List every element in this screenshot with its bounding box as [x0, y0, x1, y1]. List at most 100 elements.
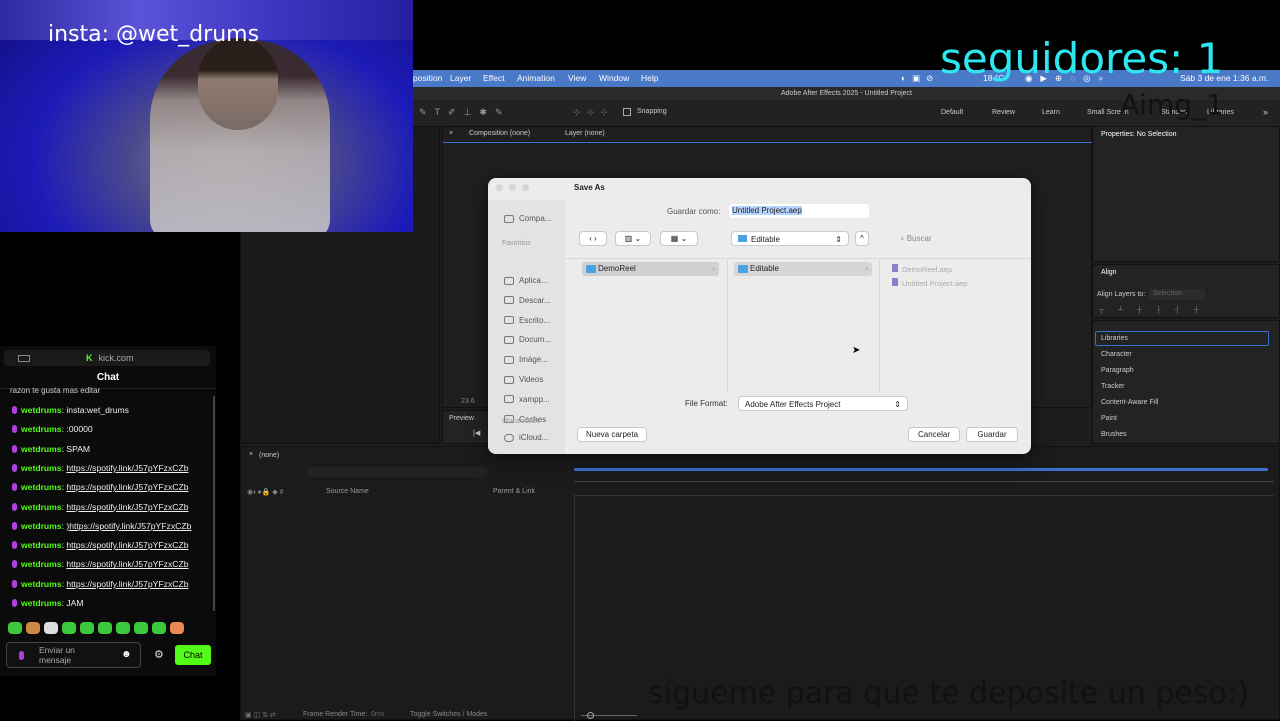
file-row[interactable]: DemoReel.aep: [892, 264, 952, 274]
menu-composition[interactable]: position: [413, 73, 442, 83]
chat-username[interactable]: wetdrums: [21, 502, 62, 512]
status-icons[interactable]: ◐▣⊘: [901, 73, 939, 84]
emoji-icon[interactable]: ☻: [121, 649, 132, 660]
emote-icon[interactable]: [26, 622, 40, 634]
chat-username[interactable]: wetdrums: [21, 521, 62, 531]
new-folder-button[interactable]: Nueva carpeta: [577, 427, 647, 442]
sidebar-item[interactable]: Imáge...: [504, 355, 548, 364]
align-to-select[interactable]: Selection: [1149, 289, 1205, 300]
emote-icon[interactable]: [170, 622, 184, 634]
tab-timeline[interactable]: (none): [259, 452, 279, 459]
chat-username[interactable]: wetdrums: [21, 559, 62, 569]
menu-animation[interactable]: Animation: [517, 73, 555, 83]
chat-username[interactable]: wetdrums: [21, 405, 62, 415]
sidebar-item[interactable]: Descar...: [504, 296, 551, 305]
reader-icon[interactable]: [18, 354, 30, 362]
save-button[interactable]: Guardar: [966, 427, 1018, 442]
zoom-level[interactable]: 23.6: [461, 398, 475, 405]
menu-help[interactable]: Help: [641, 73, 658, 83]
panel-item[interactable]: Content-Aware Fill: [1101, 399, 1158, 406]
chat-username[interactable]: wetdrums: [21, 540, 62, 550]
chat-scrollbar[interactable]: [213, 396, 215, 611]
chat-link[interactable]: https://spotify.link/J57pYFzxCZb: [66, 559, 188, 569]
timeline-search-input[interactable]: [307, 467, 487, 477]
menu-window[interactable]: Window: [599, 73, 629, 83]
tab-composition[interactable]: Composition (none): [469, 130, 530, 137]
emote-bar[interactable]: [8, 622, 184, 634]
sidebar-item[interactable]: xampp...: [504, 395, 550, 404]
emote-icon[interactable]: [152, 622, 166, 634]
chat-link[interactable]: https://spotify.link/J57pYFzxCZb: [66, 579, 188, 589]
chat-link[interactable]: https://spotify.link/J57pYFzxCZb: [66, 463, 188, 473]
cancel-button[interactable]: Cancelar: [908, 427, 960, 442]
chat-link[interactable]: https://spotify.link/J57pYFzxCZb: [66, 482, 188, 492]
panel-item[interactable]: Paint: [1101, 415, 1117, 422]
panel-item[interactable]: Paragraph: [1101, 367, 1134, 374]
view-columns-button[interactable]: ▥ ⌄: [615, 231, 651, 246]
switches-icon[interactable]: ◉◐●🔒 ◆ #: [247, 488, 283, 496]
chat-username[interactable]: wetdrums: [21, 463, 62, 473]
sidebar-item[interactable]: Videos: [504, 375, 543, 384]
emote-icon[interactable]: [116, 622, 130, 634]
chat-username[interactable]: wetdrums: [21, 424, 62, 434]
chat-link[interactable]: https://spotify.link/J57pYFzxCZb: [66, 540, 188, 550]
work-area-bar[interactable]: [574, 468, 1268, 471]
filename-input[interactable]: Untitled Project.aep: [729, 204, 869, 218]
timeline-footer-icons[interactable]: ▣ ◫ ⇅ ⇄: [245, 711, 276, 719]
emote-icon[interactable]: [98, 622, 112, 634]
chevron-right-icon[interactable]: »: [1263, 107, 1268, 117]
align-buttons-icon[interactable]: ┬┴┼├┤┼: [1099, 307, 1213, 314]
close-icon[interactable]: ×: [449, 130, 453, 137]
chat-send-button[interactable]: Chat: [175, 645, 211, 665]
zoom-slider-thumb[interactable]: [587, 712, 594, 719]
sidebar-item[interactable]: Docum...: [504, 335, 551, 344]
chat-username[interactable]: wetdrums: [21, 579, 62, 589]
workspace-learn[interactable]: Learn: [1042, 109, 1060, 116]
view-grid-button[interactable]: ▦ ⌄: [660, 231, 698, 246]
sidebar-item[interactable]: Aplica...: [504, 276, 547, 285]
sidebar-item-icloud[interactable]: iCloud...: [504, 433, 548, 442]
skip-back-icon[interactable]: |◀: [473, 429, 480, 437]
settings-gear-icon[interactable]: ⚙: [154, 648, 164, 661]
tab-layer[interactable]: Layer (none): [565, 130, 605, 137]
chat-input[interactable]: Enviar un mensaje ☻: [6, 642, 141, 668]
panel-item[interactable]: Tracker: [1101, 383, 1124, 390]
workspace-review[interactable]: Review: [992, 109, 1015, 116]
folder-row-demoreel[interactable]: DemoReel ›: [582, 262, 719, 276]
workspace-default[interactable]: Default: [941, 109, 963, 116]
emote-icon[interactable]: [134, 622, 148, 634]
folder-row-editable[interactable]: Editable ›: [734, 262, 872, 276]
tab-align[interactable]: Align: [1101, 269, 1117, 276]
chat-link[interactable]: )https://spotify.link/J57pYFzxCZb: [66, 521, 191, 531]
tool-icons[interactable]: ✎T✐⊥✱✎: [419, 107, 511, 118]
chat-username[interactable]: wetdrums: [21, 598, 62, 608]
toggle-switches-button[interactable]: Toggle Switches / Modes: [410, 711, 487, 718]
file-format-select[interactable]: Adobe After Effects Project ⇕: [738, 396, 908, 411]
back-forward-buttons[interactable]: ‹ ›: [579, 231, 607, 246]
tab-preview[interactable]: Preview: [449, 415, 474, 422]
window-close-icon[interactable]: [496, 184, 503, 191]
collapse-chevron-icon[interactable]: ^: [855, 231, 869, 246]
sidebar-item[interactable]: Escrito...: [504, 316, 550, 325]
chat-link[interactable]: https://spotify.link/J57pYFzxCZb: [66, 502, 188, 512]
window-minimize-icon[interactable]: [509, 184, 516, 191]
emote-icon[interactable]: [62, 622, 76, 634]
location-select[interactable]: Editable ⇕: [731, 231, 849, 246]
kick-address-bar[interactable]: K kick.com: [4, 350, 210, 366]
menu-effect[interactable]: Effect: [483, 73, 505, 83]
close-icon[interactable]: ×: [249, 451, 253, 458]
search-input[interactable]: ⌕ Buscar: [900, 231, 1020, 246]
snapping-checkbox[interactable]: [623, 108, 631, 116]
chat-username[interactable]: wetdrums: [21, 482, 62, 492]
emote-icon[interactable]: [80, 622, 94, 634]
emote-icon[interactable]: [44, 622, 58, 634]
file-row[interactable]: Untitled Project.aep: [892, 278, 967, 288]
emote-icon[interactable]: [8, 622, 22, 634]
sidebar-item-computer[interactable]: Compa...: [504, 214, 551, 223]
panel-item[interactable]: Character: [1101, 351, 1132, 358]
tab-properties[interactable]: Properties: No Selection: [1101, 131, 1176, 138]
panel-item[interactable]: Libraries: [1101, 335, 1128, 342]
window-zoom-icon[interactable]: [522, 184, 529, 191]
puppet-tool-icons[interactable]: ⊹⊹⊹: [573, 107, 614, 118]
panel-item[interactable]: Brushes: [1101, 431, 1127, 438]
